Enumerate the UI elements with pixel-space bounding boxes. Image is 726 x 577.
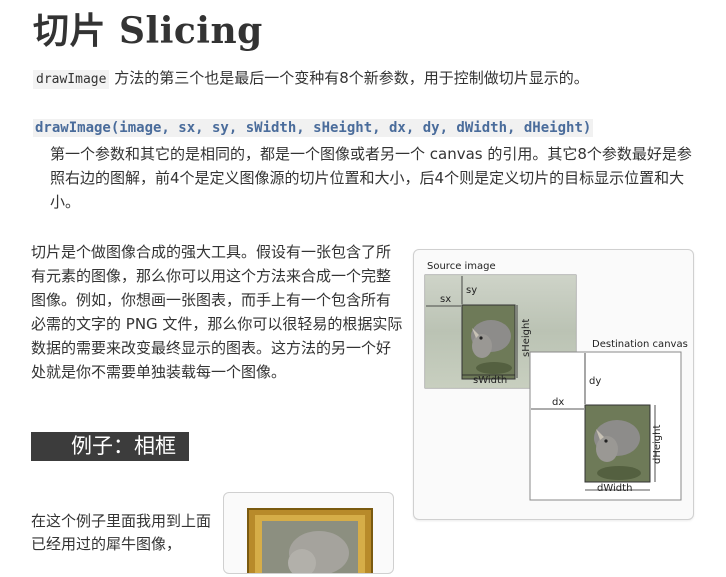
dwidth-label: dWidth	[597, 483, 632, 494]
dheight-label: dHeight	[652, 425, 663, 464]
intro-text: 方法的第三个也是最后一个变种有8个新参数，用于控制做切片显示的。	[109, 69, 589, 87]
dx-label: dx	[552, 397, 564, 408]
method-signature: drawImage(image, sx, sy, sWidth, sHeight…	[33, 119, 594, 137]
dy-label: dy	[589, 376, 601, 387]
drawimage-code: drawImage	[33, 70, 110, 89]
section-heading-text: 例子：相框	[71, 434, 176, 458]
slicing-diagram: Source image sx sy sWidth sHeight Destin…	[413, 249, 694, 520]
sx-label: sx	[440, 294, 451, 305]
example-paragraph: 在这个例子里面我用到上面已经用过的犀牛图像，	[31, 512, 212, 553]
signature-description: 第一个参数和其它的是相同的，都是一个图像或者另一个 canvas 的引用。其它8…	[50, 145, 692, 211]
source-image-label: Source image	[427, 261, 496, 272]
framed-rhino-figure	[223, 492, 394, 577]
rhino-destination-icon	[594, 420, 641, 480]
page-title: 切片 Slicing	[33, 10, 263, 52]
intro-paragraph: drawImage 方法的第三个也是最后一个变种有8个新参数，用于控制做切片显示…	[33, 68, 589, 90]
slicing-paragraph: 切片是个做图像合成的强大工具。假设有一张包含了所有元素的图像，那么你可以用这个方…	[31, 243, 403, 381]
sy-label: sy	[466, 285, 477, 296]
swidth-label: sWidth	[473, 375, 507, 386]
sheight-label: sHeight	[521, 319, 532, 357]
framed-rhino-svg	[247, 508, 373, 577]
section-heading: 例子：相框	[31, 432, 189, 461]
destination-canvas-label: Destination canvas	[592, 339, 688, 350]
slicing-diagram-svg: Source image sx sy sWidth sHeight Destin…	[424, 261, 688, 501]
